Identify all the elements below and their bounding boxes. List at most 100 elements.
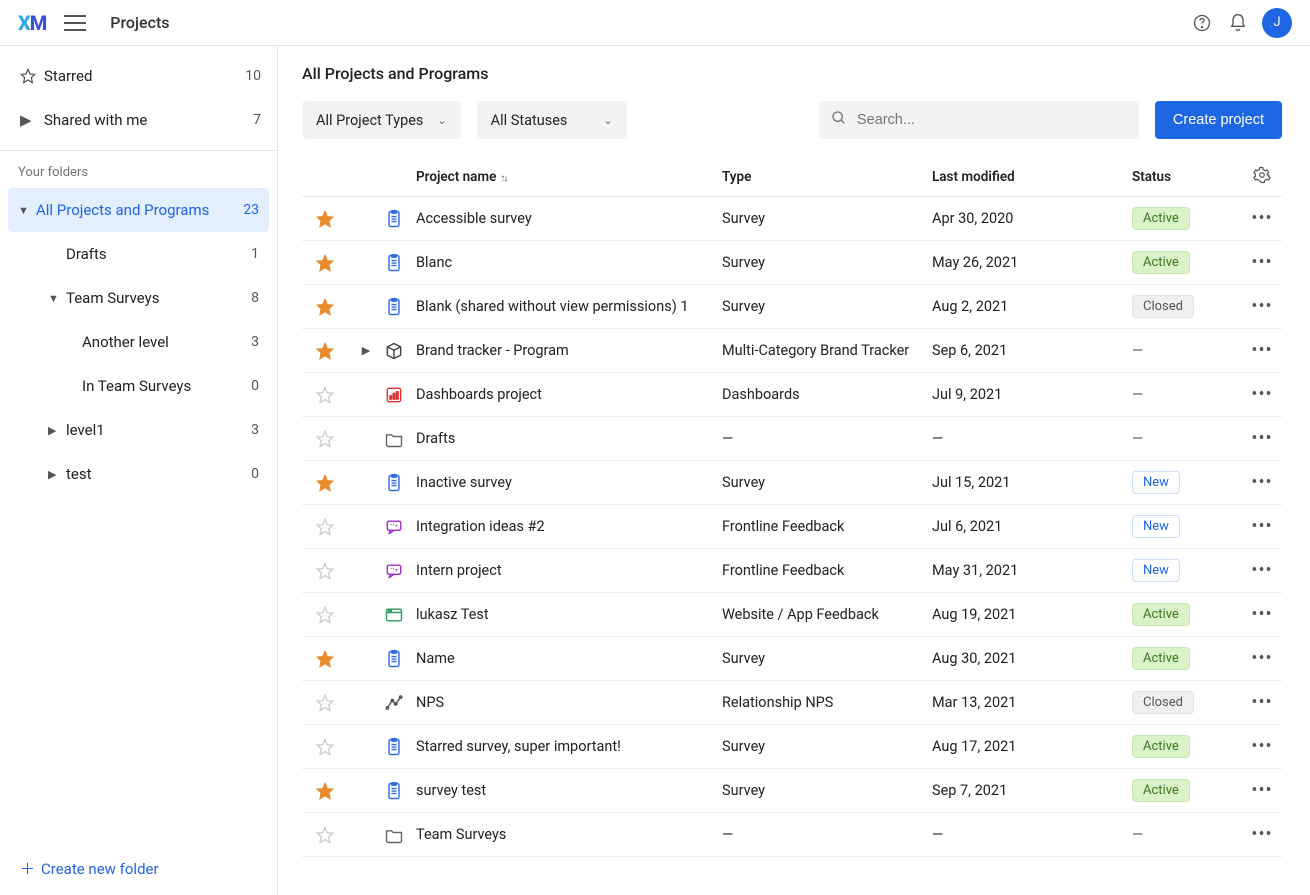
folder-row[interactable]: Drafts1 xyxy=(8,232,269,276)
star-toggle[interactable] xyxy=(302,782,348,800)
search-input[interactable] xyxy=(857,112,1127,128)
table-row[interactable]: Inactive surveySurveyJul 15, 2021New••• xyxy=(302,461,1282,505)
table-row[interactable]: NPSRelationship NPSMar 13, 2021Closed••• xyxy=(302,681,1282,725)
row-menu-button[interactable]: ••• xyxy=(1242,824,1282,845)
table-row[interactable]: Dashboards projectDashboardsJul 9, 2021—… xyxy=(302,373,1282,417)
star-toggle[interactable] xyxy=(302,518,348,536)
table-row[interactable]: Accessible surveySurveyApr 30, 2020Activ… xyxy=(302,197,1282,241)
row-menu-button[interactable]: ••• xyxy=(1242,516,1282,537)
search-icon xyxy=(831,110,847,130)
chevron-down-icon: ⌄ xyxy=(603,114,612,127)
row-menu-button[interactable]: ••• xyxy=(1242,648,1282,669)
star-toggle[interactable] xyxy=(302,342,348,360)
project-type: Survey xyxy=(722,782,932,799)
folder-row[interactable]: Another level3 xyxy=(8,320,269,364)
table-row[interactable]: survey testSurveySep 7, 2021Active••• xyxy=(302,769,1282,813)
row-menu-button[interactable]: ••• xyxy=(1242,428,1282,449)
star-toggle[interactable] xyxy=(302,430,348,448)
row-menu-button[interactable]: ••• xyxy=(1242,384,1282,405)
table-row[interactable]: Integration ideas #2Frontline FeedbackJu… xyxy=(302,505,1282,549)
project-type-icon xyxy=(384,825,416,845)
filter-status-dropdown[interactable]: All Statuses ⌄ xyxy=(477,101,627,139)
table-row[interactable]: Blank (shared without view permissions) … xyxy=(302,285,1282,329)
status-badge: Active xyxy=(1132,779,1190,802)
row-menu-button[interactable]: ••• xyxy=(1242,472,1282,493)
row-expand[interactable]: ▶ xyxy=(348,344,384,357)
avatar[interactable]: J xyxy=(1262,8,1292,38)
project-modified: Aug 30, 2021 xyxy=(932,650,1132,667)
sidebar-shared[interactable]: ▶ Shared with me 7 xyxy=(0,98,277,142)
chevron-icon: ▶ xyxy=(48,468,66,481)
search-box[interactable] xyxy=(819,101,1139,139)
col-header-type[interactable]: Type xyxy=(722,169,932,185)
bell-icon[interactable] xyxy=(1220,5,1256,41)
create-project-button[interactable]: Create project xyxy=(1155,101,1282,139)
star-toggle[interactable] xyxy=(302,650,348,668)
row-menu-button[interactable]: ••• xyxy=(1242,252,1282,273)
controls: All Project Types ⌄ All Statuses ⌄ Creat… xyxy=(302,101,1282,139)
project-modified: Jul 9, 2021 xyxy=(932,386,1132,403)
status-badge: Closed xyxy=(1132,295,1194,318)
table-row[interactable]: NameSurveyAug 30, 2021Active••• xyxy=(302,637,1282,681)
table-row[interactable]: BlancSurveyMay 26, 2021Active••• xyxy=(302,241,1282,285)
project-name: Dashboards project xyxy=(416,386,722,403)
hamburger-menu[interactable] xyxy=(64,15,86,31)
star-toggle[interactable] xyxy=(302,826,348,844)
star-toggle[interactable] xyxy=(302,738,348,756)
table-row[interactable]: Starred survey, super important!SurveyAu… xyxy=(302,725,1282,769)
star-toggle[interactable] xyxy=(302,210,348,228)
row-menu-button[interactable]: ••• xyxy=(1242,692,1282,713)
sidebar-shared-label: Shared with me xyxy=(44,111,253,129)
project-type: Survey xyxy=(722,474,932,491)
star-toggle[interactable] xyxy=(302,562,348,580)
status-badge: New xyxy=(1132,515,1180,538)
col-header-modified[interactable]: Last modified xyxy=(932,169,1132,185)
row-menu-button[interactable]: ••• xyxy=(1242,296,1282,317)
filter-type-dropdown[interactable]: All Project Types ⌄ xyxy=(302,101,461,139)
status-dash: — xyxy=(1132,342,1143,359)
row-menu-button[interactable]: ••• xyxy=(1242,780,1282,801)
project-name: Intern project xyxy=(416,562,722,579)
row-menu-button[interactable]: ••• xyxy=(1242,208,1282,229)
table-row[interactable]: Intern projectFrontline FeedbackMay 31, … xyxy=(302,549,1282,593)
star-toggle[interactable] xyxy=(302,254,348,272)
table-row[interactable]: Drafts———••• xyxy=(302,417,1282,461)
row-menu-button[interactable]: ••• xyxy=(1242,604,1282,625)
sidebar-starred-count: 10 xyxy=(245,68,261,84)
create-folder-button[interactable]: ＋ Create new folder xyxy=(20,858,257,879)
project-type: Relationship NPS xyxy=(722,694,932,711)
row-menu-button[interactable]: ••• xyxy=(1242,340,1282,361)
star-toggle[interactable] xyxy=(302,386,348,404)
project-type: Frontline Feedback xyxy=(722,518,932,535)
help-icon[interactable] xyxy=(1184,5,1220,41)
star-toggle[interactable] xyxy=(302,298,348,316)
table-row[interactable]: Team Surveys———••• xyxy=(302,813,1282,857)
star-toggle[interactable] xyxy=(302,606,348,624)
folder-row[interactable]: In Team Surveys0 xyxy=(8,364,269,408)
folder-row[interactable]: ▶level13 xyxy=(8,408,269,452)
sidebar-shared-count: 7 xyxy=(253,112,261,128)
project-type: Survey xyxy=(722,254,932,271)
star-toggle[interactable] xyxy=(302,694,348,712)
row-menu-button[interactable]: ••• xyxy=(1242,560,1282,581)
folder-row[interactable]: ▼All Projects and Programs23 xyxy=(8,188,269,232)
plus-icon: ＋ xyxy=(20,858,35,879)
sidebar-starred[interactable]: Starred 10 xyxy=(0,54,277,98)
project-type-icon xyxy=(384,561,416,581)
project-name: Integration ideas #2 xyxy=(416,518,722,535)
folder-count: 1 xyxy=(251,246,259,262)
folder-row[interactable]: ▼Team Surveys8 xyxy=(8,276,269,320)
table-row[interactable]: ▶Brand tracker - ProgramMulti-Category B… xyxy=(302,329,1282,373)
row-menu-button[interactable]: ••• xyxy=(1242,736,1282,757)
table-settings-button[interactable] xyxy=(1242,166,1282,188)
col-header-status[interactable]: Status xyxy=(1132,169,1242,185)
folder-row[interactable]: ▶test0 xyxy=(8,452,269,496)
status-dash: — xyxy=(1132,826,1143,843)
project-name: Blanc xyxy=(416,254,722,271)
status-badge: Active xyxy=(1132,603,1190,626)
project-modified: Jul 15, 2021 xyxy=(932,474,1132,491)
table-row[interactable]: lukasz TestWebsite / App FeedbackAug 19,… xyxy=(302,593,1282,637)
star-toggle[interactable] xyxy=(302,474,348,492)
col-header-name[interactable]: Project name↑↓ xyxy=(416,169,722,185)
project-name: Accessible survey xyxy=(416,210,722,227)
